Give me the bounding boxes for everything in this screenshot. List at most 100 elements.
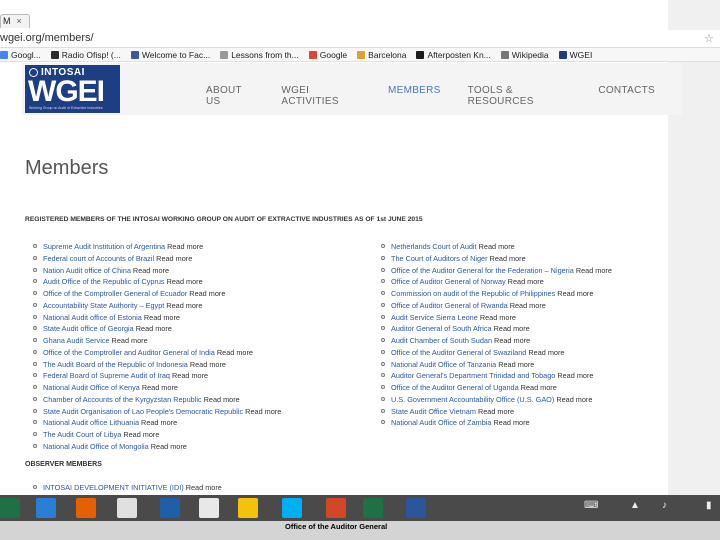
member-link[interactable]: The Audit Court of Libya bbox=[43, 430, 121, 439]
bookmark-item[interactable]: WGEI bbox=[558, 50, 592, 60]
member-link[interactable]: Audit Office of the Republic of Cyprus bbox=[43, 277, 165, 286]
keyboard-icon[interactable]: ⌨ bbox=[584, 500, 598, 511]
read-more-link[interactable]: Read more bbox=[121, 430, 159, 439]
read-more-link[interactable]: Read more bbox=[476, 407, 514, 416]
nav-item-wgei-activities[interactable]: WGEI ACTIVITIES bbox=[281, 85, 361, 107]
bookmark-item[interactable]: Google bbox=[308, 50, 347, 60]
bookmark-item[interactable]: Googl... bbox=[0, 50, 41, 60]
nav-item-about-us[interactable]: ABOUT US bbox=[206, 85, 254, 107]
read-more-link[interactable]: Read more bbox=[110, 336, 148, 345]
excel-icon[interactable] bbox=[363, 498, 383, 518]
member-link[interactable]: National Audit office Lithuania bbox=[43, 418, 139, 427]
member-link[interactable]: Federal court of Accounts of Brazil bbox=[43, 254, 154, 263]
read-more-link[interactable]: Read more bbox=[154, 254, 192, 263]
arrow-up-icon[interactable]: ▲ bbox=[630, 500, 640, 511]
nav-item-tools-resources[interactable]: TOOLS & RESOURCES bbox=[468, 85, 572, 107]
member-link[interactable]: Supreme Audit Institution of Argentina bbox=[43, 242, 165, 251]
home-icon[interactable] bbox=[199, 498, 219, 518]
member-link[interactable]: Office of the Auditor General of Swazila… bbox=[391, 348, 526, 357]
bookmark-item[interactable]: Barcelona bbox=[357, 50, 406, 60]
member-link[interactable]: Federal Board of Supreme Audit of Iraq bbox=[43, 371, 170, 380]
adobe-icon[interactable] bbox=[117, 498, 137, 518]
member-link[interactable]: Office of the Comptroller and Auditor Ge… bbox=[43, 348, 215, 357]
speaker-icon[interactable]: ♪ bbox=[662, 500, 667, 511]
nav-item-members[interactable]: MEMBERS bbox=[388, 85, 441, 107]
firefox-icon[interactable] bbox=[76, 498, 96, 518]
member-link[interactable]: Office of the Comptroller General of Ecu… bbox=[43, 289, 187, 298]
read-more-link[interactable]: Read more bbox=[508, 301, 546, 310]
url-text[interactable]: wgei.org/members/ bbox=[0, 32, 94, 44]
read-more-link[interactable]: Read more bbox=[492, 336, 530, 345]
skype-icon[interactable] bbox=[282, 498, 302, 518]
member-link[interactable]: INTOSAI DEVELOPMENT INITIATIVE (IDI) bbox=[43, 483, 184, 492]
member-link[interactable]: Chamber of Accounts of the Kyrgyzstan Re… bbox=[43, 395, 202, 404]
read-more-link[interactable]: Read more bbox=[496, 360, 534, 369]
read-more-link[interactable]: Read more bbox=[492, 324, 530, 333]
read-more-link[interactable]: Read more bbox=[149, 442, 187, 451]
read-more-link[interactable]: Read more bbox=[131, 266, 169, 275]
read-more-link[interactable]: Read more bbox=[165, 277, 203, 286]
network-icon[interactable]: ▮ bbox=[706, 500, 712, 511]
chrome-icon[interactable] bbox=[238, 498, 258, 518]
read-more-link[interactable]: Read more bbox=[165, 242, 203, 251]
read-more-link[interactable]: Read more bbox=[188, 360, 226, 369]
member-link[interactable]: State Audit Organisation of Lao People's… bbox=[43, 407, 243, 416]
member-link[interactable]: The Audit Board of the Republic of Indon… bbox=[43, 360, 188, 369]
read-more-link[interactable]: Read more bbox=[142, 313, 180, 322]
read-more-link[interactable]: Read more bbox=[477, 242, 515, 251]
member-link[interactable]: Accountability State Authority – Egypt bbox=[43, 301, 164, 310]
member-link[interactable]: Commission on audit of the Republic of P… bbox=[391, 289, 555, 298]
member-link[interactable]: Nation Audit office of China bbox=[43, 266, 131, 275]
read-more-link[interactable]: Read more bbox=[202, 395, 240, 404]
member-link[interactable]: National Audit Office of Mongolia bbox=[43, 442, 149, 451]
address-bar[interactable]: wgei.org/members/ ☆ bbox=[0, 30, 720, 48]
member-link[interactable]: National Audit Office of Kenya bbox=[43, 383, 140, 392]
word-icon[interactable] bbox=[406, 498, 426, 518]
member-link[interactable]: Office of the Auditor General for the Fe… bbox=[391, 266, 574, 275]
browser-tab[interactable]: M × bbox=[0, 14, 30, 28]
bookmark-item[interactable]: Radio Ofisp! (... bbox=[50, 50, 121, 60]
read-more-link[interactable]: Read more bbox=[574, 266, 612, 275]
member-link[interactable]: State Audit Office Vietnam bbox=[391, 407, 476, 416]
member-link[interactable]: National Audit Office of Tanzania bbox=[391, 360, 496, 369]
member-link[interactable]: Ghana Audit Service bbox=[43, 336, 110, 345]
powerpoint-icon[interactable] bbox=[326, 498, 346, 518]
bookmark-item[interactable]: Welcome to Fac... bbox=[130, 50, 210, 60]
read-more-link[interactable]: Read more bbox=[215, 348, 253, 357]
mail-tile-icon[interactable] bbox=[36, 498, 56, 518]
bookmark-item[interactable]: Wikipedia bbox=[500, 50, 549, 60]
read-more-link[interactable]: Read more bbox=[506, 277, 544, 286]
read-more-link[interactable]: Read more bbox=[491, 418, 529, 427]
wgei-logo[interactable]: INTOSAI WGEI Working Group on Audit of E… bbox=[25, 65, 120, 113]
bookmark-item[interactable]: Afterposten Kn... bbox=[416, 50, 491, 60]
read-more-link[interactable]: Read more bbox=[187, 289, 225, 298]
read-more-link[interactable]: Read more bbox=[243, 407, 281, 416]
member-link[interactable]: The Court of Auditors of Niger bbox=[391, 254, 488, 263]
member-link[interactable]: National Audit Office of Zambia bbox=[391, 418, 491, 427]
bookmark-star-icon[interactable]: ☆ bbox=[704, 32, 714, 45]
read-more-link[interactable]: Read more bbox=[488, 254, 526, 263]
member-link[interactable]: Audit Chamber of South Sudan bbox=[391, 336, 492, 345]
member-link[interactable]: U.S. Government Accountability Office (U… bbox=[391, 395, 554, 404]
member-link[interactable]: Office of Auditor General of Rwanda bbox=[391, 301, 508, 310]
member-link[interactable]: Office of the Auditor General of Uganda bbox=[391, 383, 519, 392]
member-link[interactable]: Netherlands Court of Audit bbox=[391, 242, 477, 251]
member-link[interactable]: National Audit office of Estonia bbox=[43, 313, 142, 322]
read-more-link[interactable]: Read more bbox=[519, 383, 557, 392]
member-link[interactable]: Office of Auditor General of Norway bbox=[391, 277, 506, 286]
nav-item-contacts[interactable]: CONTACTS bbox=[598, 85, 655, 107]
read-more-link[interactable]: Read more bbox=[164, 301, 202, 310]
read-more-link[interactable]: Read more bbox=[139, 418, 177, 427]
bookmark-item[interactable]: Lessons from th... bbox=[220, 50, 299, 60]
read-more-link[interactable]: Read more bbox=[526, 348, 564, 357]
read-more-link[interactable]: Read more bbox=[555, 289, 593, 298]
member-link[interactable]: Auditor General of South Africa bbox=[391, 324, 492, 333]
tab-close-icon[interactable]: × bbox=[17, 16, 22, 26]
read-more-link[interactable]: Read more bbox=[555, 371, 593, 380]
monitor-icon[interactable] bbox=[160, 498, 180, 518]
read-more-link[interactable]: Read more bbox=[134, 324, 172, 333]
read-more-link[interactable]: Read more bbox=[478, 313, 516, 322]
member-link[interactable]: Auditor General's Department Trinidad an… bbox=[391, 371, 555, 380]
member-link[interactable]: State Audit office of Georgia bbox=[43, 324, 134, 333]
member-link[interactable]: Audit Service Sierra Leone bbox=[391, 313, 478, 322]
